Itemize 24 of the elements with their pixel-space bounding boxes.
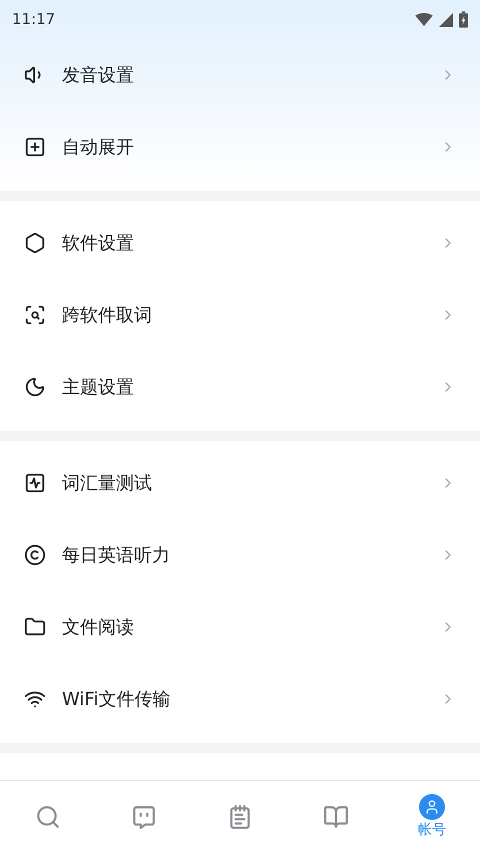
settings-row[interactable]: 文件阅读 [0,591,480,663]
wifi-signal-icon [415,12,433,26]
status-time: 11:17 [12,9,56,30]
book-icon [323,804,349,830]
cell-signal-icon [439,12,453,26]
hexagon-icon [24,232,46,254]
moon-icon [24,376,46,398]
avatar-icon [419,794,445,820]
search-square-icon [24,304,46,326]
search-icon [35,804,61,830]
plus-square-icon [24,136,46,158]
circle-c-icon [24,544,46,566]
chat-face-icon [131,804,157,830]
battery-icon [459,11,468,28]
settings-row[interactable]: 每日英语听力 [0,519,480,591]
settings-row[interactable]: 软件设置 [0,207,480,279]
settings-row[interactable]: 发音设置 [0,39,480,111]
settings-row[interactable]: 词汇量测试 [0,447,480,519]
settings-row[interactable]: 自动展开 [0,111,480,183]
settings-row[interactable]: 主题设置 [0,351,480,423]
settings-row[interactable]: 跨软件取词 [0,279,480,351]
folder-icon [24,616,46,638]
settings-row[interactable]: WiFi文件传输 [0,663,480,735]
chart-square-icon [24,472,46,494]
